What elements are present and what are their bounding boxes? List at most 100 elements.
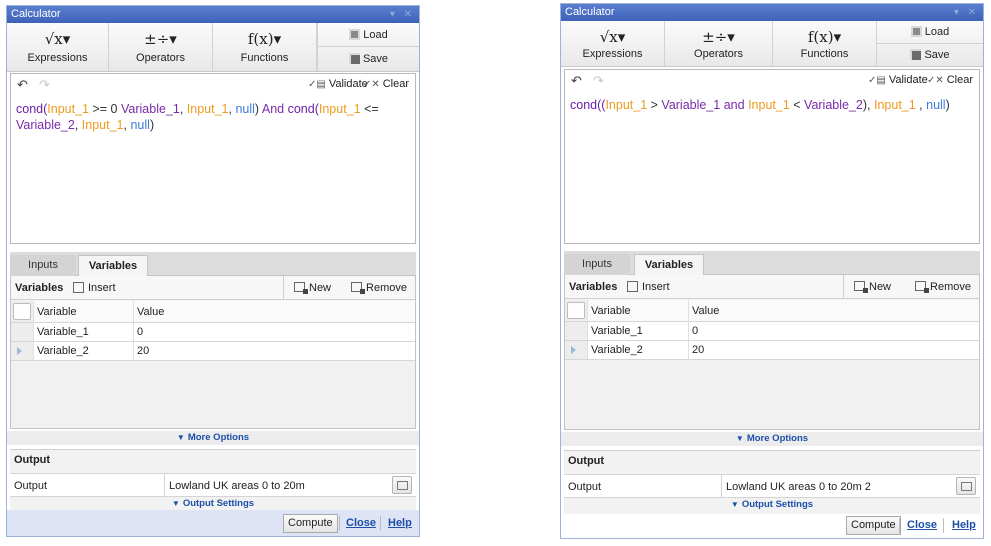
footer-bar: Compute Close Help [561, 512, 983, 538]
expression-token: ) [254, 102, 262, 116]
clear-button[interactable]: ✓✕ Clear [927, 74, 973, 86]
insert-button[interactable]: Insert [65, 282, 116, 294]
window-title: Calculator [565, 6, 615, 18]
clear-icon: ✓✕ [362, 79, 380, 90]
cell-value[interactable]: 20 [133, 342, 415, 360]
cell-variable[interactable]: Variable_2 [587, 341, 688, 359]
validate-button[interactable]: ✓▤ Validate [308, 78, 368, 90]
help-button[interactable]: Help [388, 517, 412, 529]
new-button[interactable]: New [843, 275, 891, 299]
new-button[interactable]: New [283, 276, 331, 300]
output-row: Output Lowland UK areas 0 to 20m 2 [564, 474, 980, 498]
cell-variable[interactable]: Variable_1 [587, 322, 688, 340]
table-row[interactable]: Variable_1 0 [565, 322, 979, 341]
expression-token: Variable_1 [661, 98, 721, 112]
expression-token: Input_1 [748, 98, 790, 112]
save-icon [348, 53, 360, 64]
clear-button[interactable]: ✓✕ Clear [363, 78, 409, 90]
redo-icon[interactable]: ↷ [39, 77, 50, 93]
output-settings-toggle[interactable]: ▼ Output Settings [10, 498, 416, 509]
expression-editor[interactable]: ↶ ↷ ✓▤ Validate ✓✕ Clear cond((Input_1 > V… [564, 69, 980, 244]
undo-icon[interactable]: ↶ [571, 73, 582, 89]
more-options-toggle[interactable]: ▼ More Options [561, 432, 983, 446]
validate-button[interactable]: ✓▤ Validate [868, 74, 928, 86]
functions-label: Functions [240, 52, 289, 64]
expression-text[interactable]: cond(Input_1 >= 0 Variable_1, Input_1, n… [16, 101, 410, 133]
new-icon [294, 282, 308, 294]
table-row[interactable]: Variable_2 20 [11, 342, 415, 361]
window-controls[interactable]: ▾ ✕ [954, 4, 979, 21]
cell-value[interactable]: 20 [688, 341, 979, 359]
functions-button[interactable]: f(x)▾ Functions [213, 23, 317, 71]
header-variable[interactable]: Variable [33, 301, 133, 322]
tab-variables[interactable]: Variables [634, 254, 704, 275]
tab-inputs[interactable]: Inputs [10, 255, 76, 276]
tab-variables[interactable]: Variables [78, 255, 148, 276]
more-options-label: More Options [187, 432, 250, 443]
operators-icon: ±÷▾ [144, 30, 177, 48]
load-icon [910, 26, 922, 37]
load-button[interactable]: Load [317, 23, 419, 47]
tab-inputs[interactable]: Inputs [564, 254, 630, 275]
insert-label: Insert [88, 282, 116, 294]
editor-toolbar: ↶ ↷ ✓▤ Validate ✓✕ Clear [565, 70, 979, 92]
expressions-button[interactable]: √x▾ Expressions [7, 23, 109, 71]
cell-value[interactable]: 0 [688, 322, 979, 340]
more-options-label: More Options [746, 433, 809, 444]
output-path-field[interactable]: Lowland UK areas 0 to 20m 2 [726, 481, 871, 493]
output-settings-toggle[interactable]: ▼ Output Settings [564, 499, 980, 510]
variables-panel: Variables Insert New Remove Variable Val… [10, 276, 416, 429]
close-button[interactable]: Close [346, 517, 376, 529]
function-icon: f(x)▾ [807, 28, 842, 46]
header-value[interactable]: Value [133, 301, 415, 322]
expression-token: , [179, 102, 187, 116]
variables-grid: Variable Value Variable_1 0 Variable_2 2… [565, 300, 979, 429]
undo-icon[interactable]: ↶ [17, 77, 28, 93]
remove-button[interactable]: Remove [351, 282, 407, 294]
row-selector[interactable] [565, 322, 587, 340]
table-row[interactable]: Variable_2 20 [565, 341, 979, 360]
variables-toolbar: Variables Insert New Remove [11, 276, 415, 300]
row-selector[interactable] [11, 342, 33, 360]
cell-value[interactable]: 0 [133, 323, 415, 341]
header-value[interactable]: Value [688, 300, 979, 321]
window-controls[interactable]: ▾ ✕ [390, 6, 415, 23]
operators-button[interactable]: ±÷▾ Operators [665, 21, 773, 66]
expressions-button[interactable]: √x▾ Expressions [561, 21, 665, 66]
operators-button[interactable]: ±÷▾ Operators [109, 23, 213, 71]
select-all-corner[interactable] [565, 300, 587, 321]
save-button[interactable]: Save [317, 47, 419, 71]
save-button[interactable]: Save [876, 44, 983, 66]
table-row[interactable]: Variable_1 0 [11, 323, 415, 342]
row-selector[interactable] [11, 323, 33, 341]
load-button[interactable]: Load [876, 21, 983, 44]
expression-editor[interactable]: ↶ ↷ ✓▤ Validate ✓✕ Clear cond(Input_1 >= 0… [10, 73, 416, 244]
output-path-field[interactable]: Lowland UK areas 0 to 20m [169, 480, 305, 492]
close-button[interactable]: Close [907, 519, 937, 531]
insert-button[interactable]: Insert [619, 281, 670, 293]
compute-button[interactable]: Compute [283, 514, 338, 533]
function-icon: f(x)▾ [247, 30, 282, 48]
cell-variable[interactable]: Variable_1 [33, 323, 133, 341]
select-all-corner[interactable] [11, 301, 33, 322]
row-selector[interactable] [565, 341, 587, 359]
save-label: Save [362, 53, 389, 65]
functions-button[interactable]: f(x)▾ Functions [773, 21, 877, 66]
expression-token: cond(( [570, 98, 606, 112]
validate-label: Validate [888, 74, 928, 86]
help-button[interactable]: Help [952, 519, 976, 531]
remove-button[interactable]: Remove [915, 281, 971, 293]
output-heading: Output [14, 454, 51, 466]
cell-variable[interactable]: Variable_2 [33, 342, 133, 360]
header-variable[interactable]: Variable [587, 300, 688, 321]
variables-title: Variables [569, 281, 618, 293]
more-options-toggle[interactable]: ▼ More Options [7, 431, 419, 445]
browse-icon[interactable] [956, 477, 976, 495]
compute-button[interactable]: Compute [846, 516, 901, 535]
ribbon: √x▾ Expressions ±÷▾ Operators f(x)▾ Func… [561, 21, 983, 67]
title-bar: Calculator ▾ ✕ [7, 6, 419, 23]
browse-icon[interactable] [392, 476, 412, 494]
variables-title: Variables [15, 282, 64, 294]
expression-text[interactable]: cond((Input_1 > Variable_1 and Input_1 <… [570, 97, 974, 113]
redo-icon[interactable]: ↷ [593, 73, 604, 89]
